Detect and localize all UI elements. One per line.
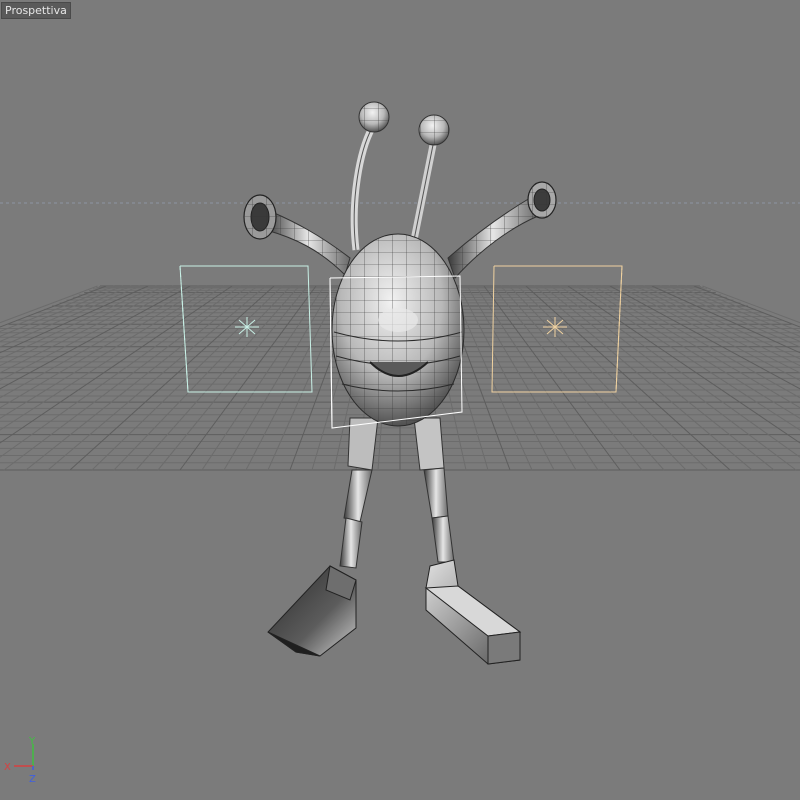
eye-highlight <box>378 308 418 332</box>
axis-x-label: X <box>4 762 11 773</box>
axis-gizmo: Y X Z <box>4 736 36 785</box>
left-lower-leg <box>343 469 373 523</box>
view-name-label[interactable]: Prospettiva <box>1 2 71 19</box>
character-body <box>331 233 465 427</box>
left-hand <box>243 194 277 240</box>
right-lower-leg <box>423 467 449 519</box>
right-hand <box>527 181 557 219</box>
axis-y-label: Y <box>28 736 36 747</box>
scene-canvas[interactable]: Y X Z <box>0 0 800 800</box>
right-foot <box>424 559 522 665</box>
3d-viewport[interactable]: Y X Z Prospettiva <box>0 0 800 800</box>
axis-z-label: Z <box>29 774 36 785</box>
left-antenna <box>350 126 376 251</box>
left-foot <box>267 565 357 657</box>
